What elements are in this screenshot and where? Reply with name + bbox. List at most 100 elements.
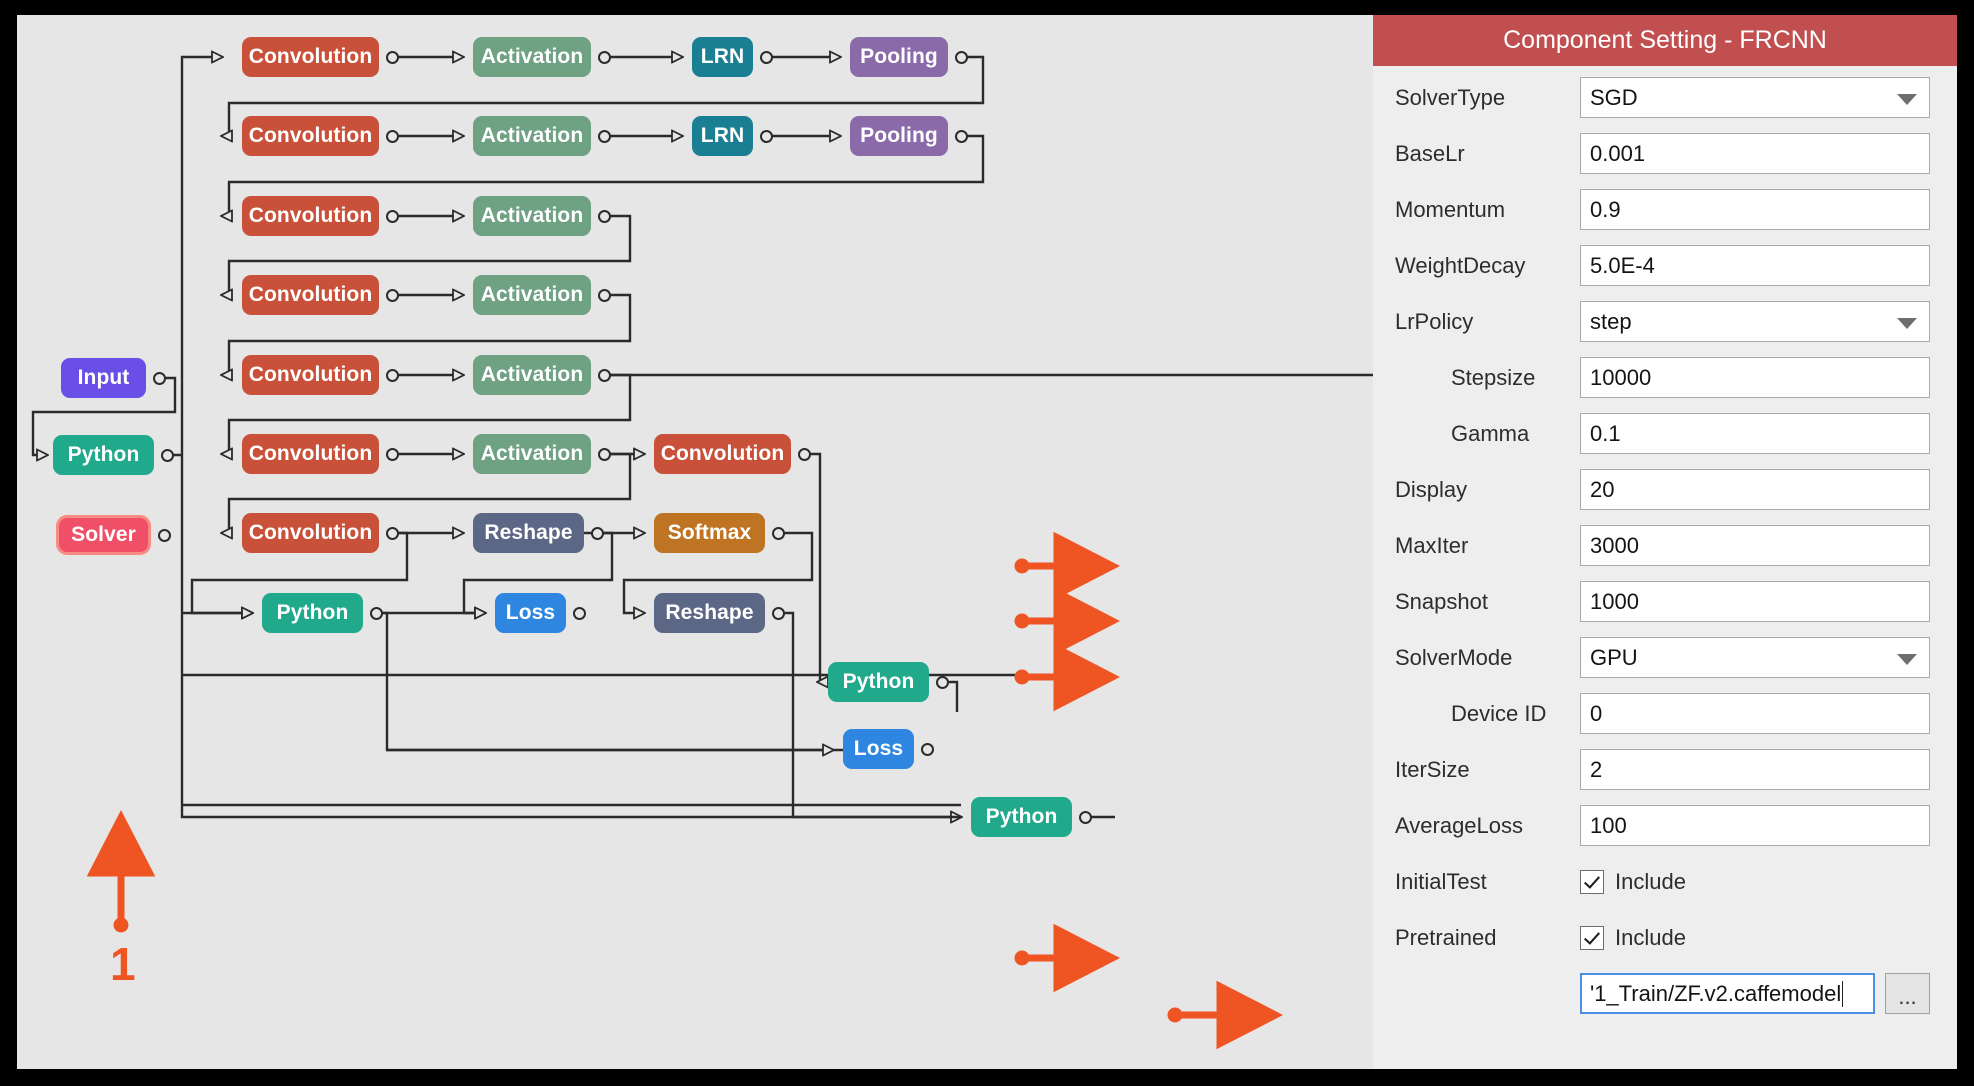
node-output-port[interactable]	[370, 606, 383, 620]
setting-label-display: Display	[1395, 476, 1468, 502]
setting-row-deviceid: Device ID 0	[1395, 692, 1930, 735]
node-output-port[interactable]	[1079, 810, 1092, 824]
node-output-port[interactable]	[772, 526, 785, 540]
node-output-port[interactable]	[386, 129, 399, 143]
node-label: Convolution	[660, 442, 785, 465]
node-soft1[interactable]: Softmax	[654, 513, 765, 553]
node-conv8[interactable]: Convolution	[242, 513, 379, 553]
input-snapshot[interactable]: 1000	[1580, 581, 1930, 622]
setting-label-averageloss: AverageLoss	[1395, 812, 1524, 838]
setting-row-initialtest: InitialTest Include	[1395, 860, 1930, 903]
node-label: Activation	[480, 363, 584, 386]
node-output-port[interactable]	[760, 129, 773, 143]
input-stepsize[interactable]: 10000	[1580, 357, 1930, 398]
node-label: Convolution	[248, 45, 373, 68]
node-output-port[interactable]	[798, 447, 811, 461]
node-output-port[interactable]	[386, 526, 399, 540]
node-output-port[interactable]	[386, 288, 399, 302]
node-pool1[interactable]: Pooling	[850, 37, 948, 77]
node-output-port[interactable]	[158, 528, 171, 542]
node-py2[interactable]: Python	[262, 593, 363, 633]
input-momentum[interactable]: 0.9	[1580, 189, 1930, 230]
node-output-port[interactable]	[161, 448, 174, 462]
node-py1[interactable]: Python	[53, 435, 154, 475]
node-label: Convolution	[248, 521, 373, 544]
field-value: 0	[1590, 700, 1603, 726]
node-input[interactable]: Input	[61, 358, 146, 398]
node-output-port[interactable]	[386, 50, 399, 64]
node-py4[interactable]: Python	[971, 797, 1072, 837]
node-conv2[interactable]: Convolution	[242, 116, 379, 156]
node-output-port[interactable]	[591, 526, 604, 540]
setting-label-pretrained: Pretrained	[1395, 924, 1497, 950]
node-output-port[interactable]	[598, 447, 611, 461]
node-output-port[interactable]	[386, 368, 399, 382]
node-conv1[interactable]: Convolution	[242, 37, 379, 77]
field-value: '1_Train/ZF.v2.caffemodel	[1590, 980, 1842, 1006]
node-output-port[interactable]	[386, 447, 399, 461]
node-conv5[interactable]: Convolution	[242, 355, 379, 395]
node-conv4[interactable]: Convolution	[242, 275, 379, 315]
node-act4[interactable]: Activation	[473, 275, 591, 315]
setting-row-pretrainedpath: '1_Train/ZF.v2.caffemodel...	[1395, 972, 1930, 1015]
select-solvertype[interactable]: SGD	[1580, 77, 1930, 118]
node-output-port[interactable]	[598, 368, 611, 382]
node-act6[interactable]: Activation	[473, 434, 591, 474]
node-loss1[interactable]: Loss	[495, 593, 566, 633]
node-act2[interactable]: Activation	[473, 116, 591, 156]
setting-row-itersize: IterSize 2	[1395, 748, 1930, 791]
checkbox-pretrained[interactable]: Include	[1580, 925, 1930, 951]
checkmark-icon[interactable]	[1580, 925, 1604, 950]
node-lrn2[interactable]: LRN	[692, 116, 753, 156]
node-output-port[interactable]	[772, 606, 785, 620]
node-label: Activation	[480, 442, 584, 465]
input-pretrained-path[interactable]: '1_Train/ZF.v2.caffemodel	[1580, 973, 1875, 1014]
input-weightdecay[interactable]: 5.0E-4	[1580, 245, 1930, 286]
node-resh1[interactable]: Reshape	[473, 513, 584, 553]
input-maxiter[interactable]: 3000	[1580, 525, 1930, 566]
select-solvermode[interactable]: GPU	[1580, 637, 1930, 678]
input-display[interactable]: 20	[1580, 469, 1930, 510]
input-averageloss[interactable]: 100	[1580, 805, 1930, 846]
setting-label-weightdecay: WeightDecay	[1395, 252, 1526, 278]
node-output-port[interactable]	[760, 50, 773, 64]
node-conv6[interactable]: Convolution	[242, 434, 379, 474]
checkmark-icon[interactable]	[1580, 869, 1604, 894]
node-solver[interactable]: Solver	[56, 515, 151, 555]
node-conv3[interactable]: Convolution	[242, 196, 379, 236]
field-value: 10000	[1590, 364, 1652, 390]
node-act1[interactable]: Activation	[473, 37, 591, 77]
node-conv7[interactable]: Convolution	[654, 434, 791, 474]
node-output-port[interactable]	[598, 288, 611, 302]
field-value: 5.0E-4	[1590, 252, 1655, 278]
setting-row-momentum: Momentum 0.9	[1395, 188, 1930, 231]
node-output-port[interactable]	[598, 129, 611, 143]
node-output-port[interactable]	[153, 371, 166, 385]
input-deviceid[interactable]: 0	[1580, 693, 1930, 734]
browse-button[interactable]: ...	[1885, 973, 1930, 1014]
node-output-port[interactable]	[598, 209, 611, 223]
setting-row-solvermode: SolverMode GPU	[1395, 636, 1930, 679]
input-baselr[interactable]: 0.001	[1580, 133, 1930, 174]
node-loss2[interactable]: Loss	[843, 729, 914, 769]
network-graph-canvas[interactable]: Convolution Activation LRN Pooling Convoluti…	[17, 15, 1373, 1069]
select-lrpolicy[interactable]: step	[1580, 301, 1930, 342]
node-lrn1[interactable]: LRN	[692, 37, 753, 77]
input-itersize[interactable]: 2	[1580, 749, 1930, 790]
node-py3[interactable]: Python	[828, 662, 929, 702]
node-output-port[interactable]	[955, 50, 968, 64]
input-gamma[interactable]: 0.1	[1580, 413, 1930, 454]
node-output-port[interactable]	[955, 129, 968, 143]
node-resh2[interactable]: Reshape	[654, 593, 765, 633]
node-act5[interactable]: Activation	[473, 355, 591, 395]
chevron-down-icon	[1897, 653, 1917, 665]
node-output-port[interactable]	[921, 742, 934, 756]
node-output-port[interactable]	[386, 209, 399, 223]
checkbox-initialtest[interactable]: Include	[1580, 869, 1930, 895]
node-pool2[interactable]: Pooling	[850, 116, 948, 156]
node-act3[interactable]: Activation	[473, 196, 591, 236]
node-output-port[interactable]	[573, 606, 586, 620]
node-output-port[interactable]	[936, 675, 949, 689]
node-output-port[interactable]	[598, 50, 611, 64]
node-label: Python	[67, 443, 140, 466]
